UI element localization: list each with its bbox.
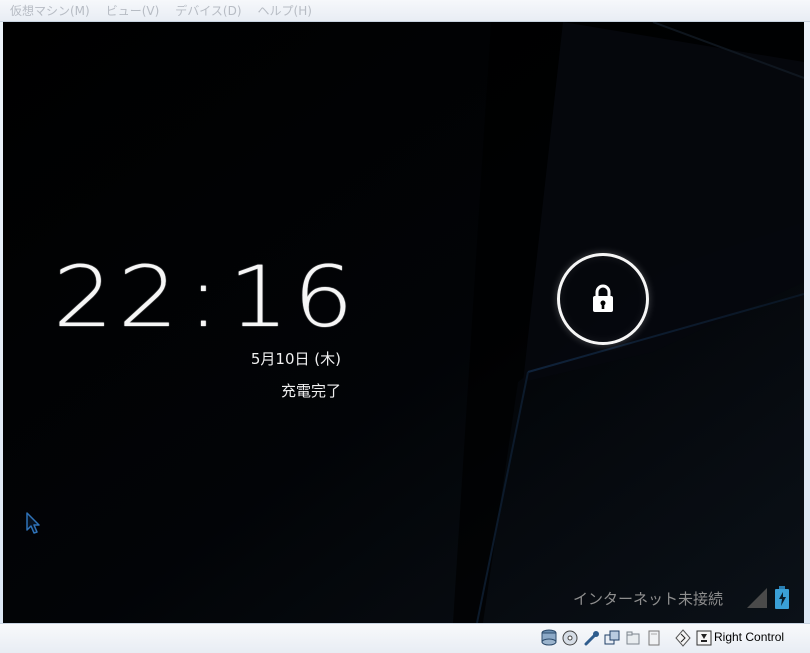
android-lock-screen[interactable]: 22:16 5月10日 (木) 充電完了 インターネット未接続 xyxy=(3,22,804,623)
mouse-integration-icon[interactable] xyxy=(674,629,692,647)
network-icon[interactable] xyxy=(603,629,621,647)
optical-drive-icon[interactable] xyxy=(561,629,579,647)
usb-icon[interactable] xyxy=(582,629,600,647)
clock-hours: 22 xyxy=(53,248,183,346)
shared-folders-icon[interactable] xyxy=(624,629,642,647)
host-key-icon[interactable] xyxy=(695,629,713,647)
menu-bar: 仮想マシン(M) ビュー(V) デバイス(D) ヘルプ(H) xyxy=(0,0,810,22)
clock-separator: : xyxy=(187,248,224,346)
battery-charging-icon xyxy=(775,586,789,609)
menu-help[interactable]: ヘルプ(H) xyxy=(258,0,312,22)
menu-machine[interactable]: 仮想マシン(M) xyxy=(10,0,90,22)
mouse-pointer-icon xyxy=(26,512,40,534)
lock-screen-clock: 22:16 xyxy=(53,252,383,342)
signal-strength-icon xyxy=(747,588,767,608)
display-icon[interactable] xyxy=(645,629,663,647)
unlock-ring[interactable] xyxy=(557,253,649,345)
network-status-text: インターネット未接続 xyxy=(573,590,724,608)
menu-devices[interactable]: デバイス(D) xyxy=(175,0,241,22)
charging-status: 充電完了 xyxy=(280,382,341,400)
lock-icon xyxy=(593,284,613,312)
clock-minutes: 16 xyxy=(228,248,359,346)
menu-view[interactable]: ビュー(V) xyxy=(106,0,160,22)
virtualbox-status-bar: Right Control xyxy=(0,623,810,653)
hard-disk-icon[interactable] xyxy=(540,629,558,647)
lock-screen-date: 5月10日 (木) xyxy=(250,350,341,368)
virtualbox-window: 仮想マシン(M) ビュー(V) デバイス(D) ヘルプ(H) 22:16 5月1… xyxy=(0,0,810,653)
host-key-label: Right Control xyxy=(714,630,785,644)
